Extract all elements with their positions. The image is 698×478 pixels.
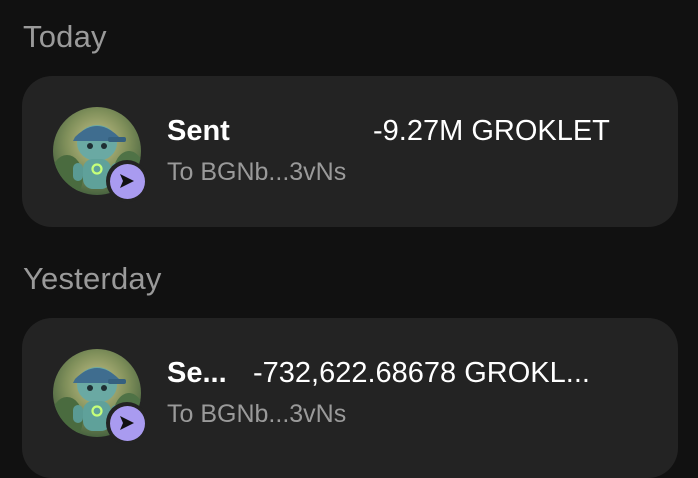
transaction-card[interactable]: Sent -9.27M GROKLET To BGNb...3vNs xyxy=(22,76,678,227)
status-badge xyxy=(106,402,148,444)
token-avatar xyxy=(53,349,148,444)
transaction-history: Today Sent -9.27M GROKLET To BGNb...3vNs… xyxy=(0,0,698,478)
token-avatar xyxy=(53,107,148,202)
transaction-amount: -9.27M GROKLET xyxy=(373,115,610,147)
section-header-yesterday: Yesterday xyxy=(23,261,162,296)
section-header-today: Today xyxy=(23,19,107,54)
transaction-card[interactable]: Se... -732,622.68678 GROKL... To BGNb...… xyxy=(22,318,678,478)
transaction-counterparty: To BGNb...3vNs xyxy=(167,158,347,186)
transaction-type: Sent xyxy=(167,115,230,147)
send-arrow-icon xyxy=(109,163,145,199)
transaction-type: Se... xyxy=(167,357,227,389)
transaction-counterparty: To BGNb...3vNs xyxy=(167,400,347,428)
send-arrow-icon xyxy=(109,405,145,441)
transaction-amount: -732,622.68678 GROKL... xyxy=(253,357,590,389)
status-badge xyxy=(106,160,148,202)
